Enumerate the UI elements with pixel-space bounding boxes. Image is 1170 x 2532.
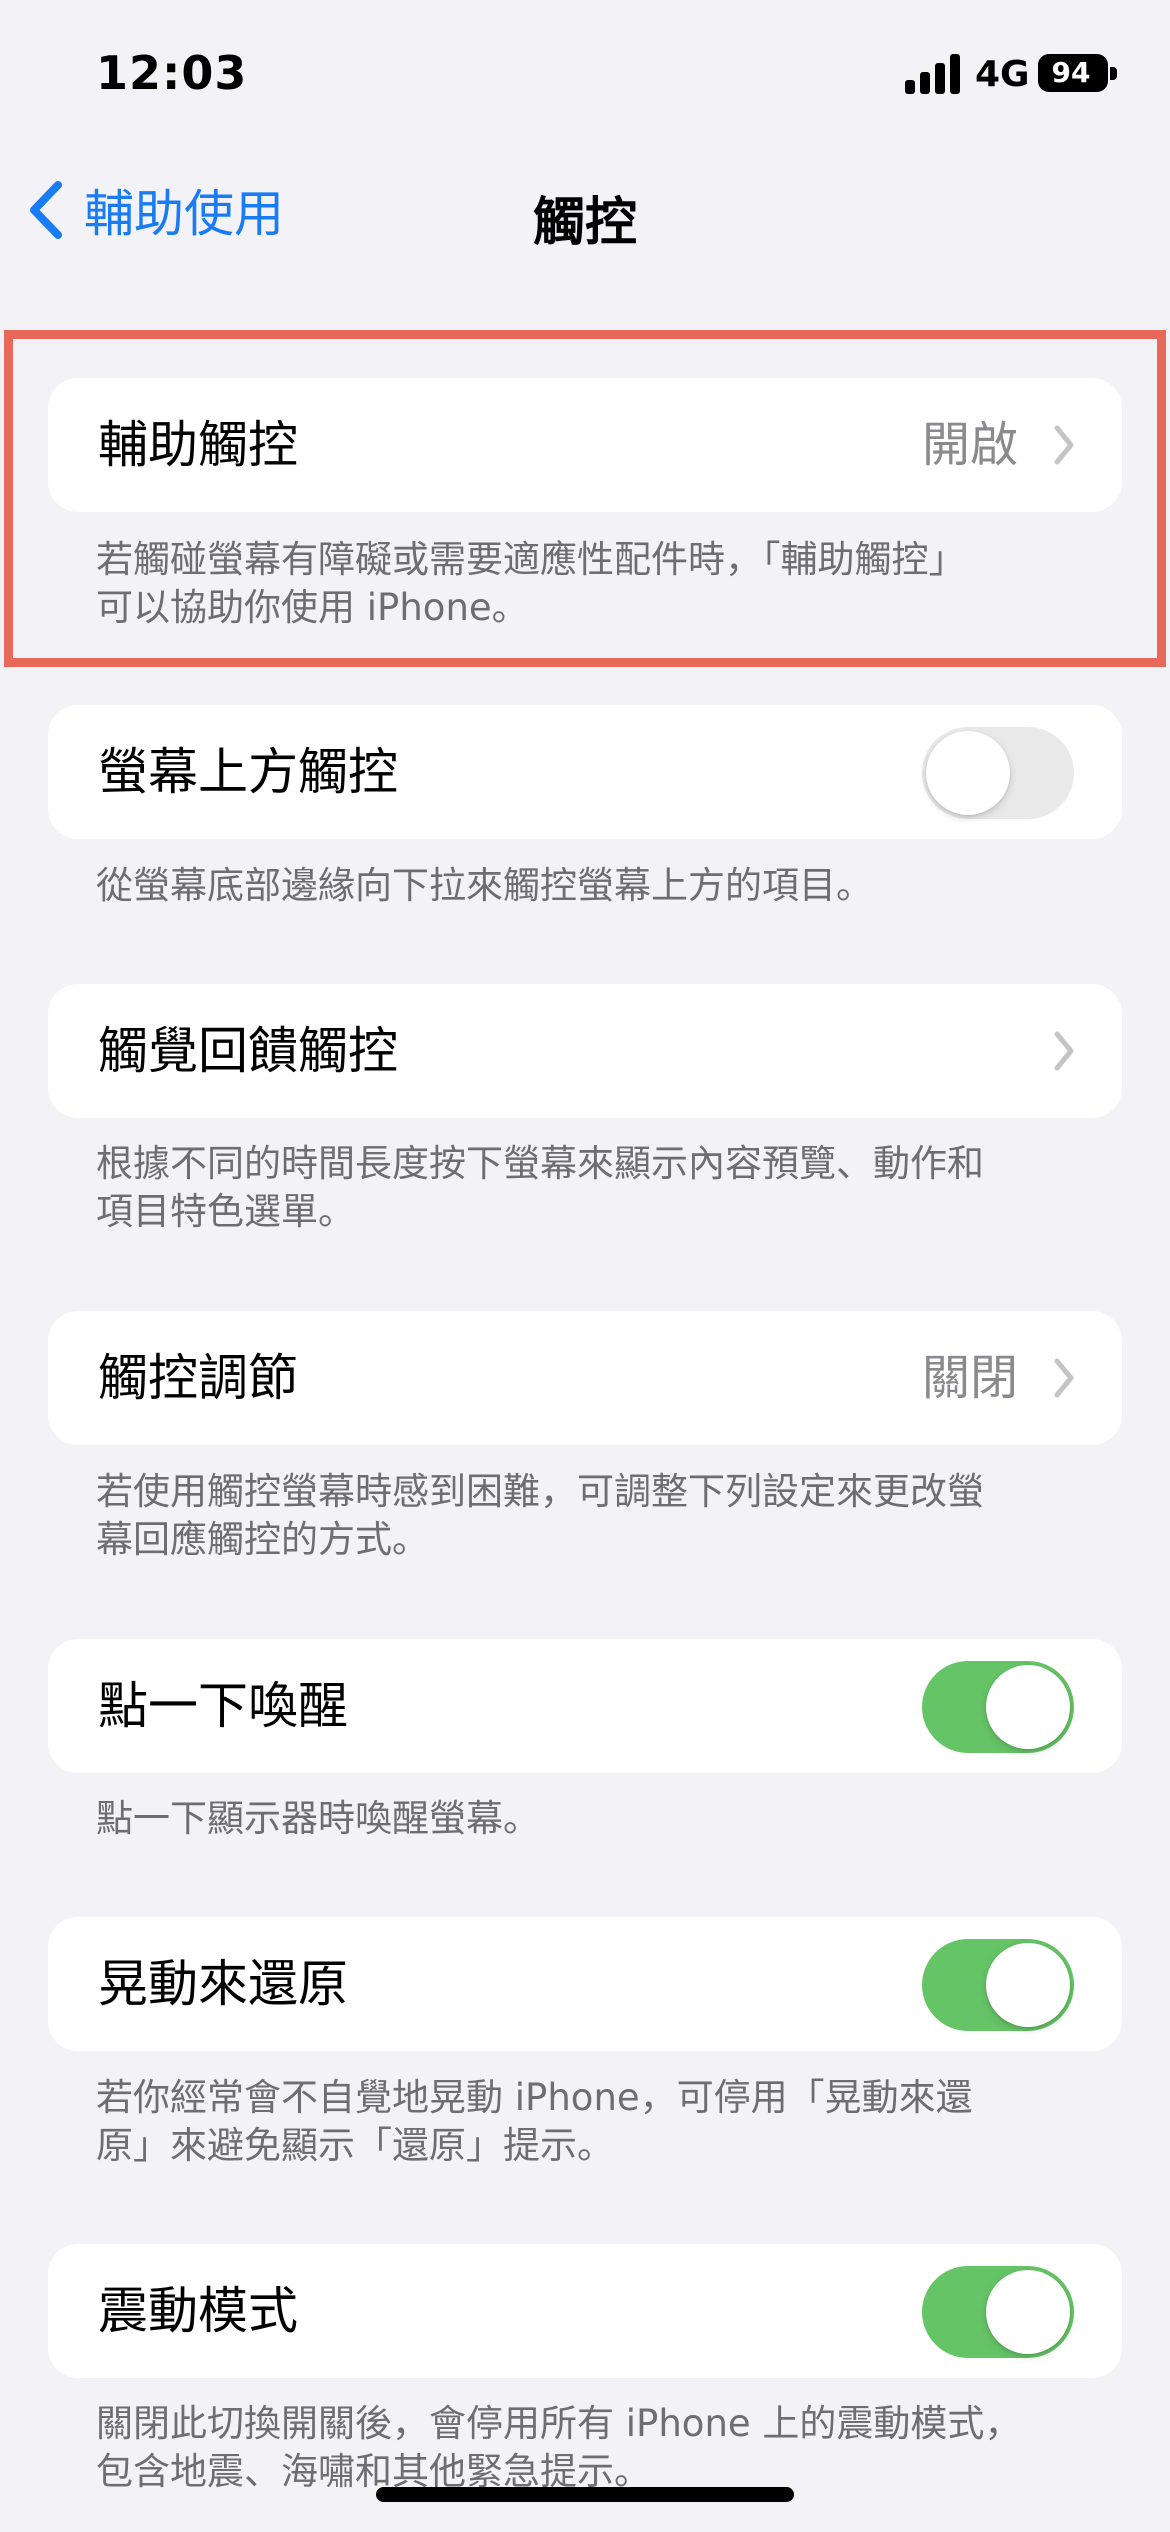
footer-line: 點一下顯示器時喚醒螢幕。 [96, 1797, 540, 1840]
vibration-row: 震動模式 [48, 2244, 1122, 2378]
footer-line: 可以協助你使用 iPhone。 [96, 586, 529, 629]
setting-label: 輔助觸控 [98, 416, 298, 474]
haptic-touch-row[interactable]: 觸覺回饋觸控 [48, 984, 1122, 1118]
setting-label: 螢幕上方觸控 [98, 743, 398, 801]
footer-line: 從螢幕底部邊緣向下拉來觸控螢幕上方的項目。 [96, 864, 873, 907]
shake-to-undo-row: 晃動來還原 [48, 1917, 1122, 2051]
home-indicator[interactable] [376, 2487, 794, 2502]
footer-line: 關閉此切換開關後，會停用所有 iPhone 上的震動模式， [96, 2402, 1022, 2445]
setting-label: 點一下喚醒 [98, 1677, 348, 1735]
page-title: 觸控 [532, 193, 637, 253]
tap-to-wake-footer: 點一下顯示器時喚醒螢幕。 [96, 1795, 1086, 1843]
footer-line: 幕回應觸控的方式。 [96, 1518, 429, 1561]
battery-level: 94 [1051, 56, 1091, 89]
tap-to-wake-toggle[interactable] [922, 1661, 1074, 1753]
navigation-bar: 輔助使用 觸控 [0, 160, 1170, 253]
footer-line: 若你經常會不自覺地晃動 iPhone，可停用「晃動來還 [96, 2076, 973, 2119]
vibration-footer: 關閉此切換開關後，會停用所有 iPhone 上的震動模式， 包含地震、海嘯和其他… [96, 2400, 1086, 2496]
setting-value: 關閉 [921, 1350, 1018, 1406]
chevron-right-icon [1054, 1031, 1074, 1071]
footer-line: 原」來避免顯示「還原」提示。 [96, 2124, 614, 2167]
footer-line: 若使用觸控螢幕時感到困難，可調整下列設定來更改螢 [96, 1470, 984, 1513]
reachability-footer: 從螢幕底部邊緣向下拉來觸控螢幕上方的項目。 [96, 862, 1086, 910]
toggle-knob [986, 1665, 1070, 1749]
setting-label: 觸覺回饋觸控 [98, 1022, 398, 1080]
assistive-touch-footer: 若觸碰螢幕有障礙或需要適應性配件時，「輔助觸控」 可以協助你使用 iPhone。 [96, 536, 1086, 632]
tap-to-wake-row: 點一下喚醒 [48, 1639, 1122, 1773]
setting-value: 開啟 [921, 417, 1018, 473]
setting-label: 觸控調節 [98, 1349, 298, 1407]
status-bar: 12:03 4G 94 [0, 0, 1170, 140]
touch-accommodations-row[interactable]: 觸控調節 關閉 [48, 1311, 1122, 1445]
chevron-right-icon [1054, 425, 1074, 465]
haptic-touch-footer: 根據不同的時間長度按下螢幕來顯示內容預覽、動作和 項目特色選單。 [96, 1140, 1086, 1236]
shake-to-undo-toggle[interactable] [922, 1939, 1074, 2031]
battery-tip [1110, 67, 1117, 80]
footer-line: 若觸碰螢幕有障礙或需要適應性配件時，「輔助觸控」 [96, 538, 966, 581]
footer-line: 項目特色選單。 [96, 1190, 355, 1233]
reachability-row: 螢幕上方觸控 [48, 705, 1122, 839]
battery-icon: 94 [1038, 54, 1108, 92]
network-type: 4G [975, 54, 1030, 95]
assistive-touch-row[interactable]: 輔助觸控 開啟 [48, 378, 1122, 512]
footer-line: 根據不同的時間長度按下螢幕來顯示內容預覽、動作和 [96, 1142, 984, 1185]
chevron-right-icon [1054, 1358, 1074, 1398]
toggle-knob [986, 2270, 1070, 2354]
shake-to-undo-footer: 若你經常會不自覺地晃動 iPhone，可停用「晃動來還 原」來避免顯示「還原」提… [96, 2074, 1086, 2170]
status-time: 12:03 [96, 46, 248, 100]
setting-label: 震動模式 [98, 2282, 298, 2340]
touch-accommodations-footer: 若使用觸控螢幕時感到困難，可調整下列設定來更改螢 幕回應觸控的方式。 [96, 1468, 1086, 1564]
setting-label: 晃動來還原 [98, 1955, 348, 2013]
cellular-signal-icon [905, 54, 960, 94]
reachability-toggle[interactable] [922, 727, 1074, 819]
vibration-toggle[interactable] [922, 2266, 1074, 2358]
toggle-knob [986, 1943, 1070, 2027]
toggle-knob [926, 731, 1010, 815]
